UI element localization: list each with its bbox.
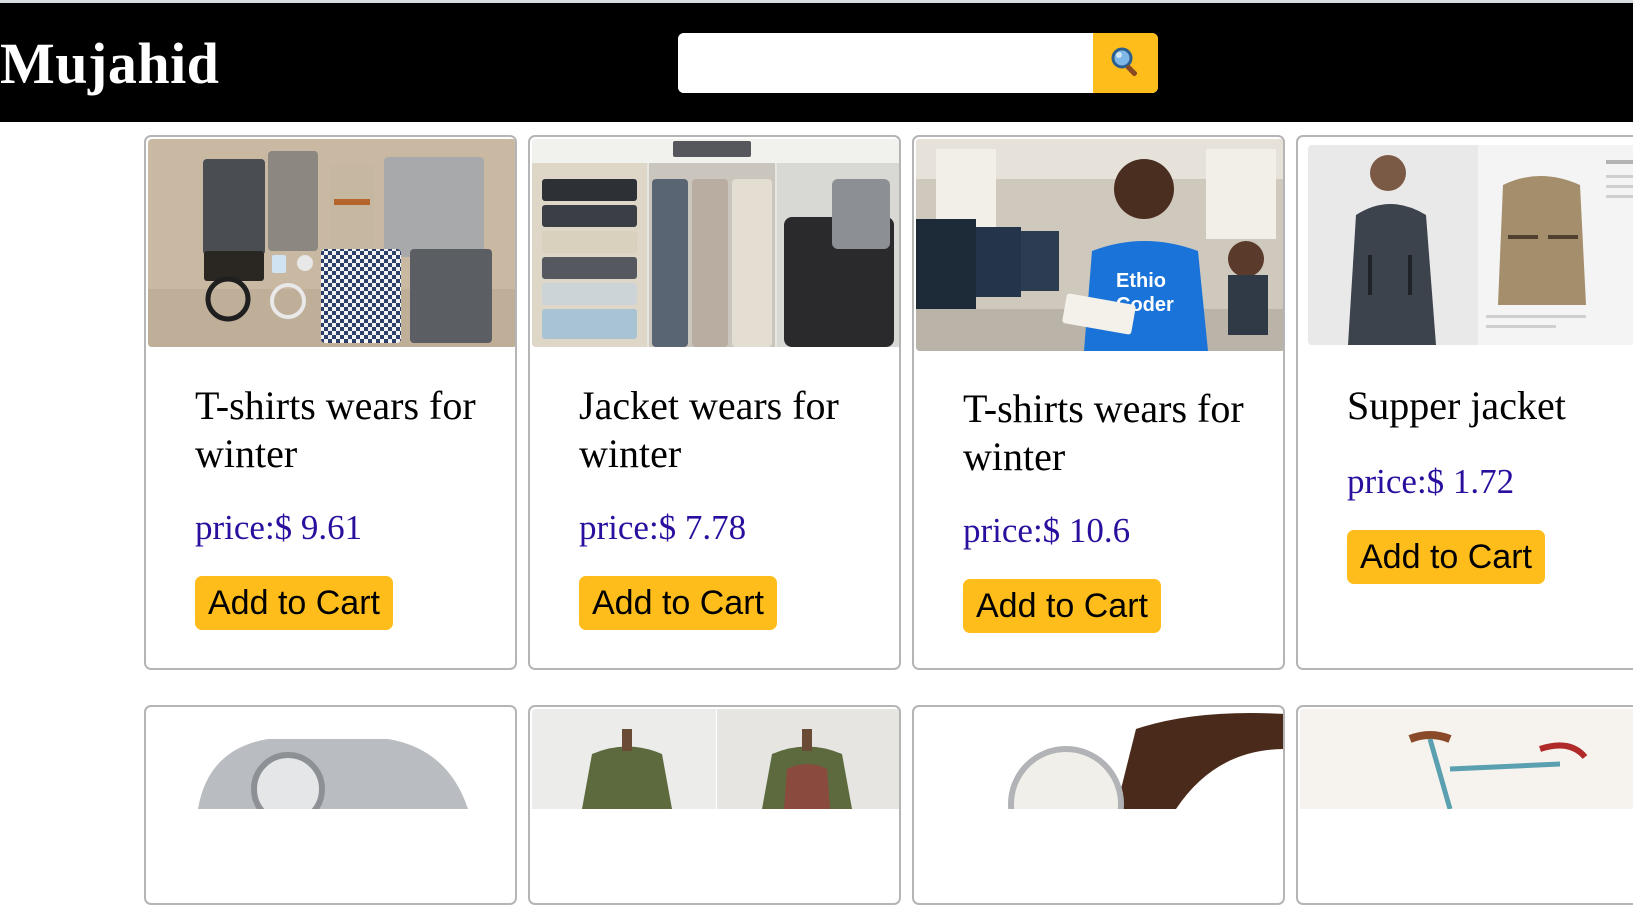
product-title: Jacket wears for winter: [579, 383, 839, 476]
product-card: [1296, 705, 1633, 905]
product-card: [912, 705, 1285, 905]
product-card: Ethio Coder T-shirts wears for winter pr…: [912, 135, 1285, 670]
site-header: Mujahid: [0, 3, 1633, 122]
svg-text:Ethio: Ethio: [1116, 270, 1166, 292]
product-image-leather-watch[interactable]: [916, 709, 1283, 903]
product-price: price:$ 1.72: [1347, 462, 1515, 501]
product-card: T-shirts wears for winter price:$ 9.61 A…: [144, 135, 517, 670]
product-image-folded-clothes[interactable]: [148, 139, 515, 347]
add-to-cart-button[interactable]: Add to Cart: [963, 579, 1161, 633]
magnifier-icon: [1109, 45, 1143, 82]
product-title: Supper jacket: [1347, 383, 1566, 428]
product-image-wristwatch[interactable]: [148, 709, 515, 903]
add-to-cart-button[interactable]: Add to Cart: [195, 576, 393, 630]
product-image-folded-sweaters[interactable]: [532, 139, 899, 347]
product-card: Jacket wears for winter price:$ 7.78 Add…: [528, 135, 901, 670]
product-title: T-shirts wears for winter: [195, 383, 476, 476]
search-bar: [678, 33, 1158, 93]
product-image-bicycle[interactable]: [1300, 709, 1633, 903]
search-button[interactable]: [1093, 33, 1158, 93]
site-logo[interactable]: Mujahid: [0, 29, 219, 99]
add-to-cart-button[interactable]: Add to Cart: [1347, 530, 1545, 584]
product-title: T-shirts wears for winter: [963, 386, 1244, 479]
add-to-cart-button[interactable]: Add to Cart: [579, 576, 777, 630]
product-price: price:$ 7.78: [579, 508, 747, 547]
product-image-jacket-sheet[interactable]: [1308, 145, 1633, 345]
product-price: price:$ 9.61: [195, 508, 363, 547]
product-card: [528, 705, 901, 905]
product-card: Supper jacket price:$ 1.72 Add to Cart: [1296, 135, 1633, 670]
product-image-jacket-mannequins[interactable]: [532, 709, 899, 903]
product-price: price:$ 10.6: [963, 511, 1131, 550]
product-image-man-in-tshirt[interactable]: Ethio Coder: [916, 139, 1283, 351]
search-input[interactable]: [678, 33, 1093, 93]
product-card: [144, 705, 517, 905]
